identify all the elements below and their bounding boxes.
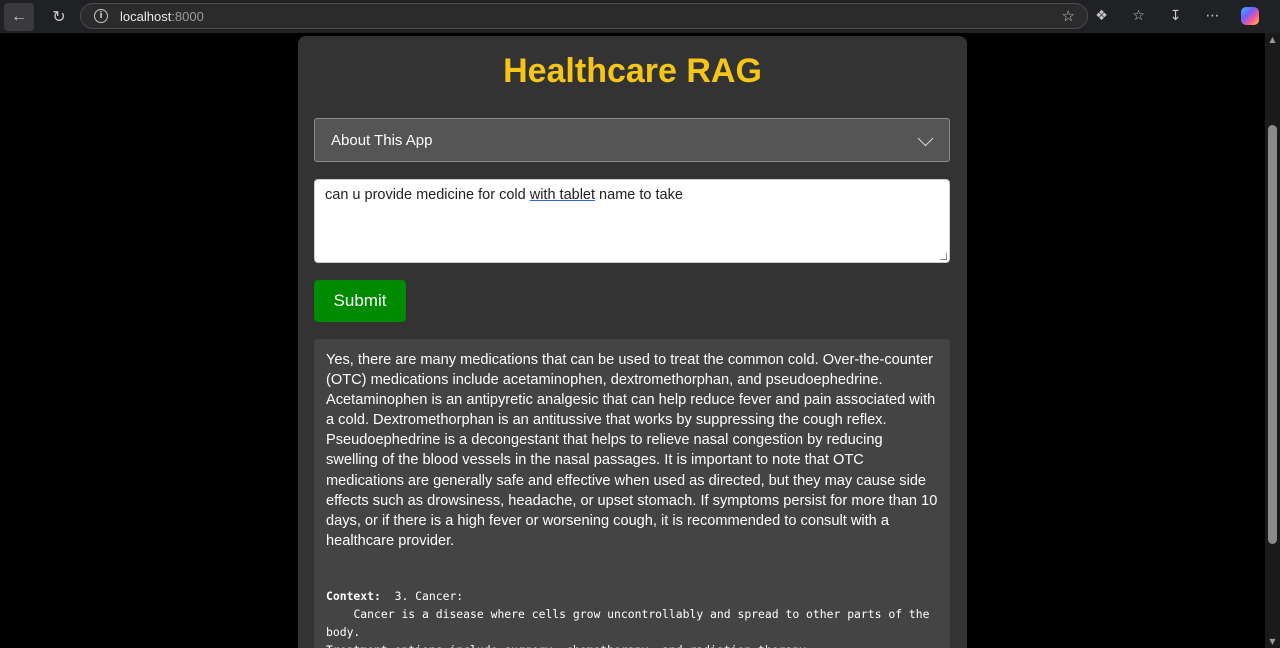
reload-icon: ↻	[52, 8, 66, 26]
context-text: 3. Cancer: Cancer is a disease where cel…	[326, 588, 930, 648]
scrollbar-thumb[interactable]	[1268, 125, 1277, 544]
context-label: Context:	[326, 588, 381, 603]
back-button[interactable]: ←	[4, 2, 34, 31]
toolbar-icons: ❖ ☆ ↧ ⋯	[1083, 4, 1268, 28]
about-dropdown[interactable]: About This App	[314, 118, 950, 162]
scroll-down-icon[interactable]: ▼	[1268, 637, 1277, 646]
url-text[interactable]: localhost:8000	[120, 9, 204, 24]
query-text-part3: name to take	[595, 187, 683, 203]
copilot-button[interactable]	[1231, 4, 1268, 28]
more-icon[interactable]: ⋯	[1194, 4, 1231, 28]
app-card: Healthcare RAG About This App can u prov…	[298, 36, 967, 648]
query-text-part2: with tablet	[529, 187, 596, 203]
about-label: About This App	[331, 131, 433, 149]
url-host: localhost	[120, 8, 172, 24]
favorites-icon[interactable]: ☆	[1120, 4, 1157, 28]
browser-toolbar: ← ↻ i localhost:8000 ☆ ❖ ☆ ↧ ⋯	[0, 0, 1280, 33]
page-viewport: Healthcare RAG About This App can u prov…	[0, 33, 1280, 648]
url-port: :8000	[171, 8, 204, 24]
page-title: Healthcare RAG	[503, 52, 762, 90]
query-input[interactable]: can u provide medicine for cold with tab…	[314, 179, 950, 263]
scrollbar[interactable]: ▲ ▼	[1265, 33, 1280, 648]
reload-button[interactable]: ↻	[44, 3, 74, 31]
submit-button[interactable]: Submit	[314, 280, 406, 322]
extensions-icon[interactable]: ❖	[1083, 4, 1120, 28]
answer-panel: Yes, there are many medications that can…	[314, 339, 950, 648]
context-block: Context: 3. Cancer: Cancer is a disease …	[326, 587, 938, 648]
address-bar[interactable]: i localhost:8000 ☆	[80, 3, 1088, 29]
download-icon[interactable]: ↧	[1157, 4, 1194, 28]
star-icon[interactable]: ☆	[1062, 7, 1075, 25]
info-icon[interactable]: i	[94, 9, 108, 23]
scroll-up-icon[interactable]: ▲	[1268, 35, 1277, 44]
query-text-part1: can u provide medicine for cold	[325, 187, 530, 203]
chevron-down-icon	[917, 130, 934, 147]
back-arrow-icon: ←	[11, 7, 27, 25]
answer-text: Yes, there are many medications that can…	[326, 352, 938, 549]
copilot-icon	[1240, 7, 1259, 25]
resize-handle[interactable]	[940, 253, 947, 260]
